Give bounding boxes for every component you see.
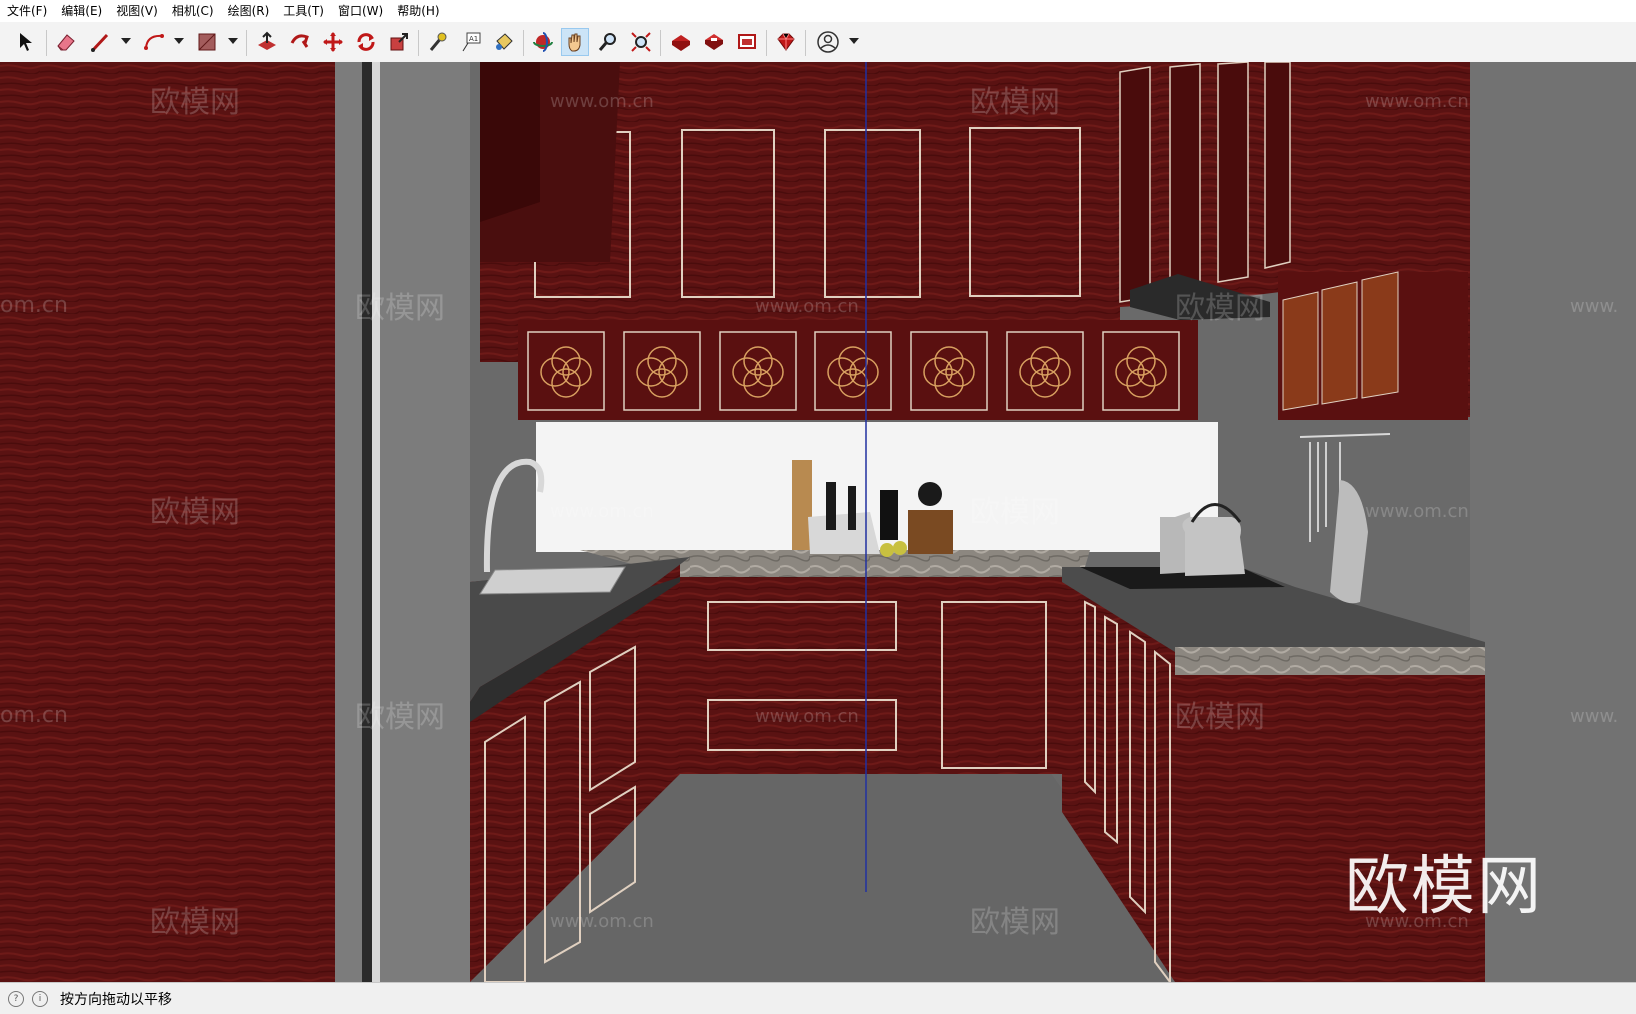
status-bar: ? i 按方向拖动以平移 [0,982,1636,1014]
watermark-url: www.om.cn [550,911,654,932]
rectangle-icon[interactable] [193,28,221,56]
scale-icon[interactable] [385,28,413,56]
watermark-url: www.om.cn [550,91,654,112]
watermark-brand: 欧模网 [150,495,240,530]
tape-measure-icon[interactable] [424,28,452,56]
layout-icon[interactable] [733,28,761,56]
menu-edit[interactable]: 编辑(E) [54,0,109,22]
sink [479,566,626,595]
watermark-partial-right: www. [1570,706,1618,727]
menu-camera[interactable]: 相机(C) [165,0,221,22]
info-icon[interactable]: i [32,990,48,1007]
rotate-icon[interactable] [352,28,380,56]
watermark-brand: 欧模网 [970,495,1060,530]
menu-view[interactable]: 视图(V) [109,0,165,22]
coffee-grinder [908,510,953,554]
zoom-icon[interactable] [594,28,622,56]
watermark-url: www.om.cn [755,706,859,727]
account-icon[interactable] [814,28,842,56]
account-dropdown-icon[interactable] [849,38,859,44]
watermark-brand: 欧模网 [150,905,240,940]
ruby-icon[interactable] [772,28,800,56]
kettle-large [1182,517,1245,576]
extension-warehouse-icon[interactable] [700,28,728,56]
3d-viewport[interactable]: 欧模网 www.om.cn 欧模网 www.om.cn om.cn 欧模网 ww… [0,62,1636,982]
watermark-partial-left: om.cn [0,703,68,728]
refrigerator [335,62,470,982]
move-icon[interactable] [319,28,347,56]
zoom-extents-icon[interactable] [627,28,655,56]
watermark-url: www.om.cn [755,296,859,317]
watermark-brand: 欧模网 [970,85,1060,120]
backsplash [536,422,1218,552]
menu-draw[interactable]: 绘图(R) [221,0,277,22]
arc-dropdown-icon[interactable] [174,38,184,44]
coffee-machine [880,490,898,540]
watermark-brand: 欧模网 [150,85,240,120]
watermark-partial-right: www. [1570,296,1618,317]
push-pull-icon[interactable] [253,28,281,56]
watermark-brand: 欧模网 [355,291,445,326]
eraser-icon[interactable] [52,28,80,56]
status-text: 按方向拖动以平移 [60,991,172,1008]
line-icon[interactable] [86,28,114,56]
orbit-icon[interactable] [529,28,557,56]
follow-me-icon[interactable] [286,28,314,56]
menu-help[interactable]: 帮助(H) [390,0,446,22]
watermark-partial-left: om.cn [0,293,68,318]
paint-bucket-icon[interactable] [490,28,518,56]
watermark-brand: 欧模网 [1175,291,1265,326]
watermark-brand: 欧模网 [355,700,445,735]
geo-location-icon[interactable]: ? [8,990,24,1007]
menu-file[interactable]: 文件(F) [0,0,54,22]
watermark-brand: 欧模网 [1175,700,1265,735]
menu-bar: 文件(F) 编辑(E) 视图(V) 相机(C) 绘图(R) 工具(T) 窗口(W… [0,0,1636,22]
select-icon[interactable] [12,28,40,56]
base-cabinets-center [680,562,1070,774]
watermark-url: www.om.cn [1365,501,1469,522]
watermark-url: www.om.cn [1365,91,1469,112]
line-dropdown-icon[interactable] [121,38,131,44]
svg-text:A1: A1 [469,35,478,43]
menu-tools[interactable]: 工具(T) [276,0,331,22]
menu-window[interactable]: 窗口(W) [331,0,390,22]
text-icon[interactable]: A1 [457,28,485,56]
watermark-brand: 欧模网 [970,905,1060,940]
arc-icon[interactable] [140,28,168,56]
rectangle-dropdown-icon[interactable] [228,38,238,44]
pan-icon[interactable] [561,28,589,56]
watermark-url: www.om.cn [550,501,654,522]
watermark-brand-large: 欧模网 [1345,850,1543,924]
cutting-board [792,460,812,550]
warehouse-icon[interactable] [667,28,695,56]
main-toolbar: A1 [0,22,1636,63]
